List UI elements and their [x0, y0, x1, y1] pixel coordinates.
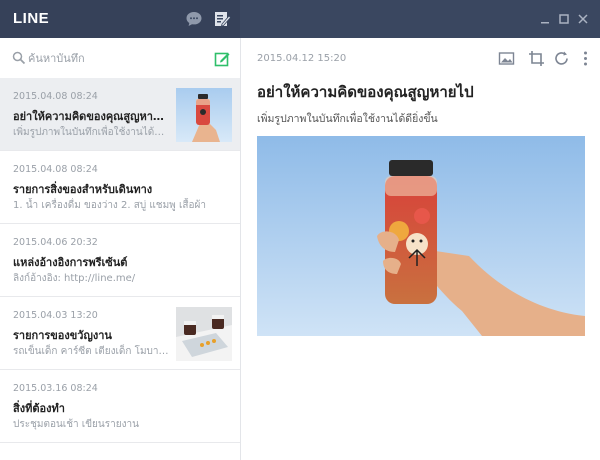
note-title: อย่าให้ความคิดของคุณสูญหายไป: [13, 110, 169, 123]
note-date: 2015.04.08 08:24: [13, 91, 98, 102]
note-preview: เพิ่มรูปภาพในบันทึกเพื่อใช้งานได้ดียิ่..…: [13, 127, 169, 138]
note-date: 2015.03.16 08:24: [13, 383, 98, 394]
notes-list-panel: 2015.04.08 08:24 อย่าให้ความคิดของคุณสูญ…: [0, 38, 241, 460]
note-list-item[interactable]: 2015.04.08 08:24 อย่าให้ความคิดของคุณสูญ…: [0, 78, 240, 151]
search-input[interactable]: [28, 48, 198, 68]
note-thumbnail: [176, 88, 232, 142]
note-title: แหล่งอ้างอิงการพรีเซ้นต์: [13, 256, 128, 269]
search-icon: [12, 51, 26, 65]
note-list-item[interactable]: 2015.04.08 08:24 รายการสิ่งของสำหรับเดิน…: [0, 151, 240, 224]
notes-list: 2015.04.08 08:24 อย่าให้ความคิดของคุณสูญ…: [0, 78, 240, 443]
app-logo: LINE: [13, 10, 50, 27]
refresh-icon[interactable]: [553, 50, 570, 67]
note-date: 2015.04.03 13:20: [13, 310, 98, 321]
note-title: รายการของขวัญงาน: [13, 329, 112, 342]
note-detail-panel: 2015.04.12 15:20 อย่าให้ความคิดของคุณสูญ…: [241, 38, 600, 460]
note-preview: ประชุมตอนเช้า เขียนรายงาน: [13, 419, 139, 430]
note-detail-title: อย่าให้ความคิดของคุณสูญหายไป: [257, 83, 474, 101]
more-options-icon[interactable]: [577, 50, 594, 67]
notes-icon[interactable]: [213, 10, 231, 28]
note-preview: 1. น้ำ เครื่องดื่ม ของว่าง 2. สบู่ แชมพู…: [13, 200, 206, 211]
note-title: รายการสิ่งของสำหรับเดินทาง: [13, 183, 153, 196]
chat-bubble-icon[interactable]: [185, 10, 203, 28]
note-detail-date: 2015.04.12 15:20: [257, 53, 347, 64]
note-attached-image: [257, 136, 585, 336]
search-bar: [0, 38, 240, 78]
note-list-item[interactable]: 2015.03.16 08:24 สิ่งที่ต้องทำ ประชุมตอน…: [0, 370, 240, 443]
title-bar-left: LINE: [0, 0, 240, 38]
crop-icon[interactable]: [528, 50, 545, 67]
note-list-item[interactable]: 2015.04.03 13:20 รายการของขวัญงาน รถเข็น…: [0, 297, 240, 370]
note-preview: รถเข็นเด็ก คาร์ซีต เตียงเด็ก โมบาย...: [13, 346, 169, 357]
note-title: สิ่งที่ต้องทำ: [13, 402, 65, 415]
note-preview: ลิงก์อ้างอิง: http://line.me/: [13, 273, 136, 284]
maximize-icon[interactable]: [557, 12, 571, 26]
note-date: 2015.04.08 08:24: [13, 164, 98, 175]
note-detail-body: เพิ่มรูปภาพในบันทึกเพื่อใช้งานได้ดียิ่งข…: [257, 113, 438, 125]
note-list-item[interactable]: 2015.04.06 20:32 แหล่งอ้างอิงการพรีเซ้นต…: [0, 224, 240, 297]
note-date: 2015.04.06 20:32: [13, 237, 98, 248]
minimize-icon[interactable]: [538, 12, 552, 26]
new-note-icon[interactable]: [214, 51, 230, 67]
image-icon[interactable]: [498, 50, 515, 67]
close-icon[interactable]: [576, 12, 590, 26]
title-bar: LINE: [0, 0, 600, 38]
note-thumbnail: [176, 307, 232, 361]
